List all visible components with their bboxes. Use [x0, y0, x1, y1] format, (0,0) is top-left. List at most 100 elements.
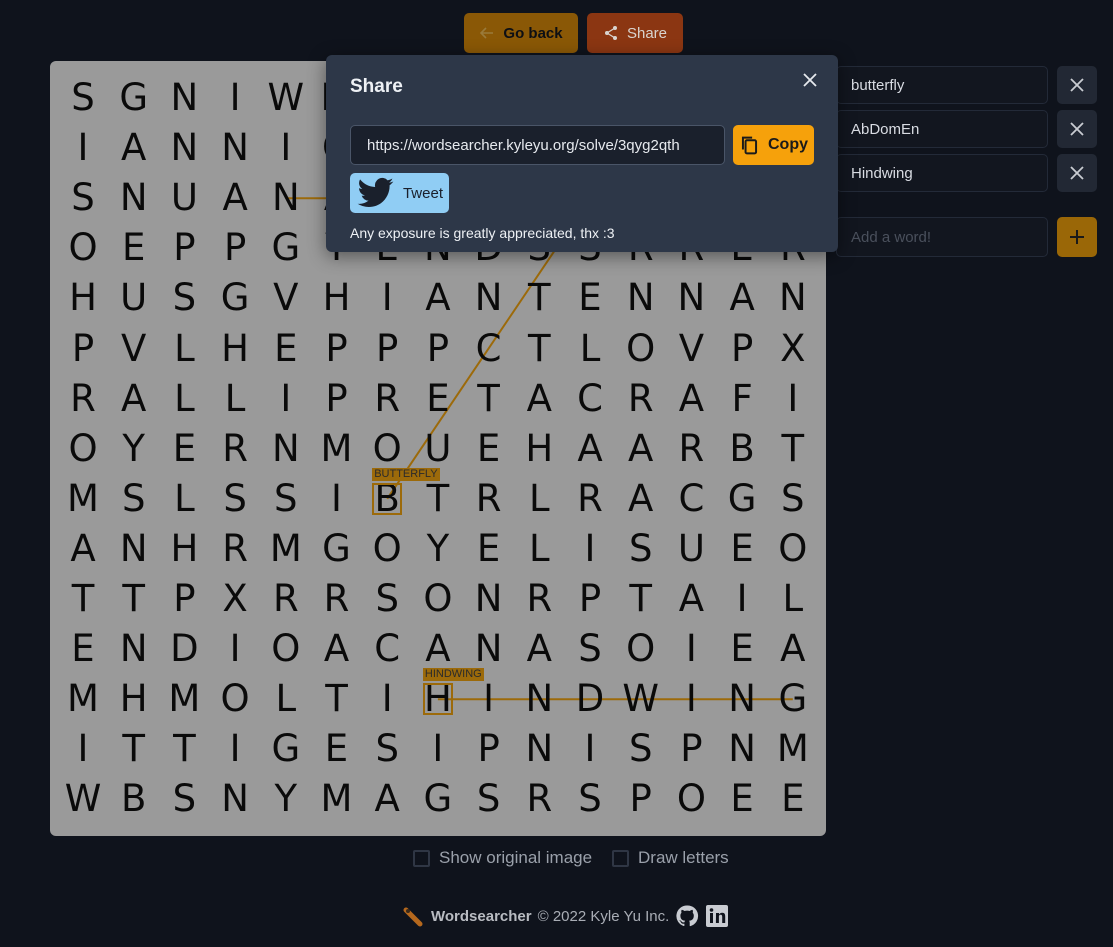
- grid-letter: T: [629, 577, 652, 620]
- share-url-field[interactable]: [350, 125, 725, 165]
- grid-letter: I: [381, 677, 393, 721]
- grid-letter: I: [280, 126, 292, 170]
- grid-letter: I: [229, 727, 241, 771]
- grid-letter: O: [676, 777, 706, 821]
- grid-letter: I: [584, 526, 596, 570]
- remove-word-button[interactable]: [1057, 154, 1097, 192]
- grid-letter: N: [626, 276, 655, 320]
- grid-letter: U: [677, 526, 705, 570]
- github-icon[interactable]: [675, 904, 699, 928]
- grid-letter: P: [477, 727, 500, 771]
- share-note: Any exposure is greatly appreciated, thx…: [350, 225, 615, 241]
- grid-letter: I: [685, 677, 697, 721]
- draw-letters-option[interactable]: Draw letters: [612, 848, 729, 868]
- grid-letter: N: [119, 176, 148, 220]
- grid-letter: T: [527, 276, 551, 320]
- show-original-option[interactable]: Show original image: [413, 848, 592, 868]
- grid-letter: N: [474, 276, 503, 320]
- twitter-icon: [357, 177, 394, 207]
- grid-letter: P: [173, 226, 196, 270]
- grid-letter: M: [269, 526, 302, 570]
- show-original-checkbox[interactable]: [413, 849, 430, 867]
- grid-letter: S: [121, 476, 146, 520]
- show-original-label: Show original image: [439, 848, 593, 867]
- grid-letter: M: [320, 426, 353, 470]
- found-word-start-box: [372, 482, 403, 515]
- close-icon: [1070, 122, 1084, 136]
- grid-letter: G: [119, 76, 149, 119]
- grid-letter: L: [174, 326, 195, 370]
- remove-word-button[interactable]: [1057, 66, 1097, 104]
- remove-word-button[interactable]: [1057, 110, 1097, 148]
- grid-letter: D: [575, 677, 605, 721]
- grid-letter: H: [221, 326, 249, 370]
- grid-letter: H: [69, 276, 97, 320]
- linkedin-icon[interactable]: [705, 904, 729, 928]
- grid-letter: A: [678, 577, 705, 620]
- grid-letter: A: [425, 276, 451, 320]
- grid-letter: C: [577, 376, 603, 420]
- draw-letters-checkbox[interactable]: [612, 849, 629, 867]
- grid-letter: N: [525, 727, 554, 771]
- grid-letter: I: [229, 76, 241, 119]
- grid-letter: R: [475, 476, 502, 520]
- found-word-start-box: [422, 683, 453, 716]
- grid-letter: A: [70, 526, 96, 570]
- grid-letter: P: [223, 226, 247, 270]
- grid-letter: H: [322, 276, 351, 320]
- grid-letter: O: [271, 627, 301, 671]
- grid-letter: R: [70, 376, 96, 420]
- grid-letter: N: [221, 126, 249, 170]
- grid-letter: S: [375, 727, 399, 771]
- word-entry[interactable]: butterfly: [836, 66, 1048, 104]
- grid-letter: N: [170, 76, 199, 119]
- grid-letter: L: [174, 376, 195, 420]
- grid-letter: A: [577, 426, 603, 470]
- grid-letter: E: [730, 627, 754, 671]
- grid-letter: Y: [274, 777, 298, 821]
- word-entry[interactable]: Hindwing: [836, 154, 1048, 192]
- grid-letter: I: [331, 476, 342, 520]
- go-back-button[interactable]: Go back: [464, 13, 578, 53]
- grid-letter: I: [736, 577, 748, 620]
- grid-letter: R: [323, 577, 350, 620]
- grid-letter: E: [578, 276, 602, 320]
- grid-letter: W: [267, 76, 305, 119]
- grid-letter: W: [64, 777, 102, 821]
- copy-button[interactable]: Copy: [733, 125, 814, 165]
- grid-letter: N: [221, 777, 249, 821]
- grid-letter: S: [578, 627, 602, 671]
- footer-brand: Wordsearcher: [431, 907, 532, 925]
- grid-letter: H: [119, 677, 148, 721]
- grid-letter: Y: [426, 526, 450, 570]
- grid-letter: S: [375, 577, 399, 620]
- grid-letter: G: [271, 727, 301, 771]
- grid-letter: O: [68, 426, 98, 470]
- tweet-button[interactable]: Tweet: [350, 173, 449, 213]
- grid-letter: V: [121, 326, 147, 370]
- share-button[interactable]: Share: [587, 13, 683, 53]
- grid-letter: A: [526, 376, 552, 420]
- add-word-input[interactable]: [836, 217, 1048, 257]
- word-entry[interactable]: AbDomEn: [836, 110, 1048, 148]
- grid-letter: I: [584, 727, 596, 771]
- grid-letter: T: [71, 577, 95, 620]
- grid-letter: O: [220, 677, 250, 721]
- grid-letter: A: [121, 126, 147, 170]
- grid-letter: R: [526, 577, 553, 620]
- grid-letter: H: [170, 526, 199, 570]
- grid-letter: V: [273, 276, 299, 320]
- grid-letter: O: [778, 526, 808, 570]
- modal-title: Share: [350, 76, 403, 97]
- grid-letter: O: [372, 426, 402, 470]
- grid-letter: O: [68, 226, 98, 270]
- modal-close-button[interactable]: [800, 70, 820, 90]
- grid-letter: E: [71, 627, 95, 671]
- grid-letter: T: [426, 476, 450, 520]
- add-word-button[interactable]: [1057, 217, 1097, 257]
- grid-letter: W: [622, 677, 659, 721]
- grid-letter: R: [627, 376, 654, 420]
- grid-letter: O: [372, 526, 402, 570]
- grid-letter: A: [323, 627, 350, 671]
- grid-letter: A: [374, 777, 400, 821]
